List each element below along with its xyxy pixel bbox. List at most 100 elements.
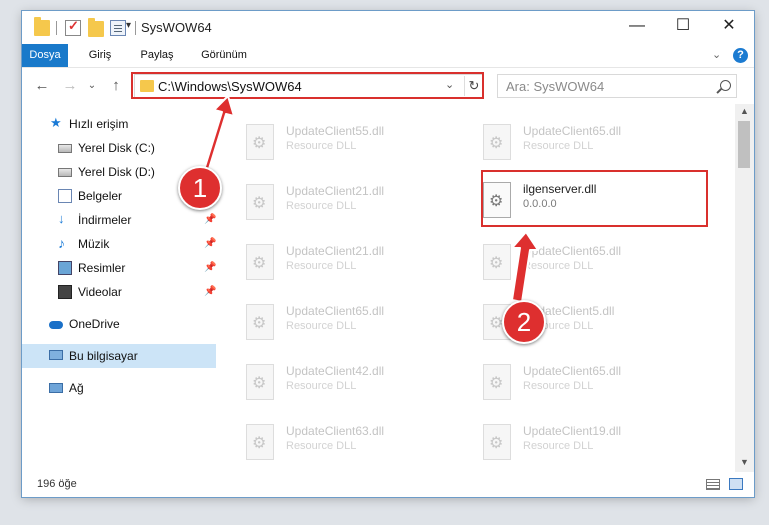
properties-check-icon[interactable]: [65, 18, 81, 36]
file-name: UpdateClient55.dll: [286, 124, 385, 138]
sidebar-item-muzik[interactable]: ♪ Müzik 📌: [22, 232, 216, 256]
step-badge-2: 2: [502, 300, 546, 344]
sidebar-item-label: Ağ: [69, 381, 84, 395]
file-item[interactable]: UpdateClient19.dll Resource DLL: [477, 416, 702, 468]
folder-icon: [34, 17, 50, 36]
title-bar: ▾ SysWOW64 — ☐ ✕: [22, 11, 754, 44]
sidebar-item-label: Belgeler: [78, 189, 123, 203]
sidebar-item-label: Resimler: [78, 261, 126, 275]
sidebar-item-indirmeler[interactable]: ↓ İndirmeler 📌: [22, 208, 216, 232]
file-description: Resource DLL: [523, 380, 594, 392]
sidebar-item-onedrive[interactable]: OneDrive: [22, 312, 216, 336]
address-bar[interactable]: C:\Windows\SysWOW64 ⌄ ↻: [134, 74, 483, 98]
star-icon: ★: [50, 115, 62, 130]
address-dropdown-icon[interactable]: ⌄: [445, 78, 454, 91]
pin-icon[interactable]: 📌: [204, 238, 216, 249]
minimize-button[interactable]: —: [614, 11, 660, 41]
sidebar-item-yerel-disk-c[interactable]: Yerel Disk (C:): [22, 136, 216, 160]
step-badge-1: 1: [178, 166, 222, 210]
help-icon[interactable]: ?: [733, 48, 748, 63]
pin-icon[interactable]: 📌: [204, 286, 216, 297]
sidebar-item-resimler[interactable]: Resimler 📌: [22, 256, 216, 280]
sidebar-item-label: Müzik: [78, 237, 110, 251]
forward-button[interactable]: →: [60, 77, 80, 94]
scroll-down-arrow-icon[interactable]: ▼: [740, 457, 749, 467]
file-item[interactable]: UpdateClient65.dll Resource DLL: [477, 356, 702, 408]
maximize-button[interactable]: ☐: [660, 11, 706, 41]
search-placeholder: Ara: SysWOW64: [506, 79, 605, 94]
navigation-bar: ← → ⌄ ↑ C:\Windows\SysWOW64 ⌄ ↻ Ara: Sys…: [22, 67, 754, 105]
sidebar-item-label: Bu bilgisayar: [69, 349, 138, 363]
up-button[interactable]: ↑: [106, 77, 126, 94]
back-button[interactable]: ←: [32, 77, 52, 94]
pin-icon[interactable]: 📌: [204, 214, 216, 225]
network-icon: [49, 383, 63, 393]
file-item-ilgenserver[interactable]: ilgenserver.dll 0.0.0.0: [477, 174, 702, 226]
address-path[interactable]: C:\Windows\SysWOW64: [158, 79, 302, 94]
refresh-button[interactable]: ↻: [464, 76, 483, 96]
new-folder-icon[interactable]: [88, 18, 104, 37]
file-list: UpdateClient55.dll Resource DLL UpdateCl…: [216, 104, 735, 472]
tab-paylas[interactable]: Paylaş: [132, 44, 182, 67]
file-item[interactable]: UpdateClient65.dll Resource DLL: [477, 236, 702, 288]
scrollbar-thumb[interactable]: [738, 121, 750, 168]
drive-icon: [58, 168, 72, 177]
tab-gorunum[interactable]: Görünüm: [194, 44, 254, 67]
file-description: Resource DLL: [523, 440, 594, 452]
recent-locations-button[interactable]: ⌄: [82, 80, 102, 91]
file-description: Resource DLL: [523, 140, 594, 152]
vertical-scrollbar[interactable]: ▲ ▼: [735, 104, 754, 472]
dll-file-icon: [246, 364, 274, 400]
sidebar-item-label: Videolar: [78, 285, 122, 299]
file-name: ilgenserver.dll: [523, 182, 597, 196]
file-description: Resource DLL: [286, 440, 357, 452]
close-button[interactable]: ✕: [706, 11, 752, 41]
file-name: UpdateClient21.dll: [286, 184, 385, 198]
file-description: Resource DLL: [286, 320, 357, 332]
sidebar-item-quick-access[interactable]: ★ Hızlı erişim: [22, 112, 216, 136]
search-icon[interactable]: [720, 80, 731, 91]
file-item[interactable]: UpdateClient63.dll Resource DLL: [240, 416, 465, 468]
videos-icon: [58, 285, 72, 299]
sidebar-item-ag[interactable]: Ağ: [22, 376, 216, 400]
file-item[interactable]: UpdateClient21.dll Resource DLL: [240, 236, 465, 288]
file-item[interactable]: UpdateClient21.dll Resource DLL: [240, 176, 465, 228]
expand-ribbon-icon[interactable]: ⌄: [712, 48, 721, 61]
details-view-icon[interactable]: [706, 479, 720, 490]
file-item[interactable]: UpdateClient55.dll Resource DLL: [240, 116, 465, 168]
sidebar-item-label: Yerel Disk (D:): [78, 165, 155, 179]
view-options-icon[interactable]: [110, 20, 126, 36]
dll-file-icon: [483, 244, 511, 280]
large-icons-view-icon[interactable]: [729, 478, 743, 490]
sidebar-item-label: Hızlı erişim: [69, 117, 129, 131]
customize-toolbar-chevron-icon[interactable]: ▾: [126, 20, 131, 31]
download-icon: ↓: [58, 211, 65, 226]
toolbar-divider: [135, 21, 136, 35]
dll-file-icon: [246, 424, 274, 460]
file-name: UpdateClient65.dll: [523, 244, 622, 258]
file-item[interactable]: UpdateClient65.dll Resource DLL: [477, 116, 702, 168]
file-description: Resource DLL: [523, 260, 594, 272]
dll-file-icon: [483, 182, 511, 218]
documents-icon: [58, 189, 72, 203]
dll-file-icon: [246, 244, 274, 280]
window-title: SysWOW64: [141, 20, 212, 35]
sidebar-item-videolar[interactable]: Videolar 📌: [22, 280, 216, 304]
dll-file-icon: [246, 184, 274, 220]
pin-icon[interactable]: 📌: [204, 262, 216, 273]
file-item[interactable]: UpdateClient65.dll Resource DLL: [240, 296, 465, 348]
dll-file-icon: [483, 424, 511, 460]
search-input[interactable]: Ara: SysWOW64: [497, 74, 737, 98]
file-item[interactable]: UpdateClient42.dll Resource DLL: [240, 356, 465, 408]
file-name: UpdateClient65.dll: [523, 364, 622, 378]
tab-dosya[interactable]: Dosya: [22, 44, 68, 67]
dll-file-icon: [483, 364, 511, 400]
file-version: 0.0.0.0: [523, 198, 557, 210]
sidebar-item-label: İndirmeler: [78, 213, 132, 227]
file-name: UpdateClient42.dll: [286, 364, 385, 378]
cloud-icon: [49, 321, 63, 329]
tab-giris[interactable]: Giriş: [80, 44, 120, 67]
explorer-window: ▾ SysWOW64 — ☐ ✕ Dosya Giriş Paylaş Görü…: [22, 11, 754, 497]
scroll-up-arrow-icon[interactable]: ▲: [740, 106, 749, 116]
sidebar-item-bu-bilgisayar[interactable]: Bu bilgisayar: [22, 344, 216, 368]
